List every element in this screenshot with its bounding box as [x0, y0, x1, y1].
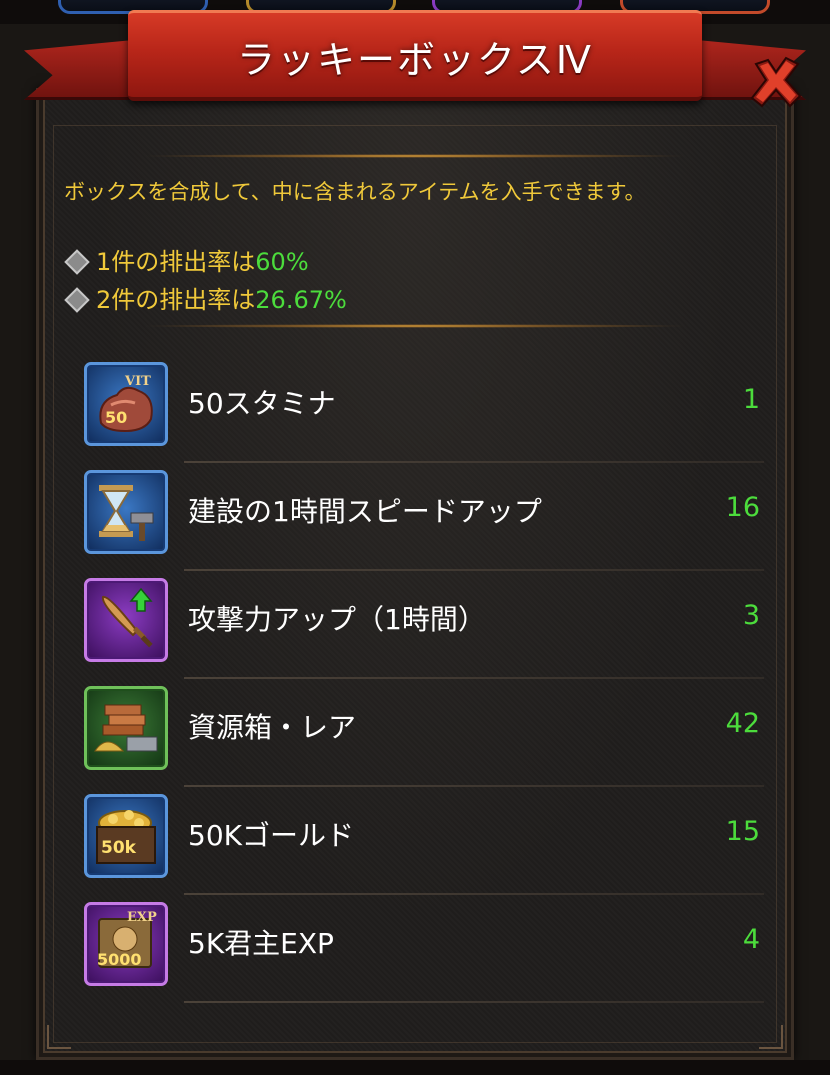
list-item: 攻撃力アップ（1時間） 3	[84, 570, 764, 679]
dialog-title: ラッキーボックスⅣ	[237, 38, 593, 82]
exp-book-icon: EXP 5000	[97, 910, 157, 969]
svg-text:50k: 50k	[101, 838, 137, 858]
description-text: ボックスを合成して、中に含まれるアイテムを入手できます。	[64, 180, 646, 204]
item-icon-frame: 50k	[84, 794, 168, 878]
rate-label: 2件の排出率は	[96, 286, 256, 314]
diamond-bullet-icon	[64, 287, 90, 313]
svg-text:EXP: EXP	[127, 910, 157, 925]
resource-box-icon	[94, 704, 158, 752]
svg-text:50: 50	[105, 408, 127, 427]
stamina-icon: VIT 50	[99, 374, 153, 433]
item-count: 4	[742, 924, 760, 955]
rate-value: 26.67%	[255, 286, 347, 314]
item-count: 42	[725, 708, 760, 739]
sword-icon	[101, 587, 153, 648]
separator	[140, 324, 690, 328]
item-name: 攻撃力アップ（1時間）	[188, 603, 486, 636]
item-count: 16	[725, 492, 760, 523]
item-name: 50スタミナ	[188, 387, 336, 420]
item-icon-frame	[84, 578, 168, 662]
item-icon-frame: VIT 50	[84, 362, 168, 446]
item-name: 資源箱・レア	[188, 711, 357, 744]
panel-corner-ornament	[759, 1025, 783, 1049]
list-item: 資源箱・レア 42	[84, 678, 764, 787]
svg-text:5000: 5000	[97, 950, 142, 969]
list-item: 50k 50Kゴールド 15	[84, 786, 764, 895]
rate-line-1: 1件の排出率は60%	[64, 242, 309, 277]
list-item: 建設の1時間スピードアップ 16	[84, 462, 764, 571]
separator	[140, 154, 690, 158]
rate-line-2: 2件の排出率は26.67%	[64, 280, 347, 315]
list-item: VIT 50 50スタミナ 1	[84, 354, 764, 463]
diamond-bullet-icon	[64, 249, 90, 275]
close-icon	[750, 56, 802, 108]
rate-label: 1件の排出率は	[96, 248, 256, 276]
hourglass-icon	[99, 485, 154, 541]
item-count: 15	[725, 816, 760, 847]
gold-chest-icon: 50k	[96, 810, 156, 864]
item-name: 50Kゴールド	[188, 819, 354, 852]
item-count: 3	[742, 600, 760, 631]
item-name: 5K君主EXP	[188, 927, 334, 960]
item-icon-frame	[84, 470, 168, 554]
panel-corner-ornament	[47, 1025, 71, 1049]
bottom-bar-background	[0, 1060, 830, 1075]
title-banner: ラッキーボックスⅣ	[128, 10, 702, 101]
item-icon-frame: EXP 5000	[84, 902, 168, 986]
svg-text:VIT: VIT	[124, 374, 151, 389]
rate-value: 60%	[255, 248, 309, 276]
item-icon-frame	[84, 686, 168, 770]
list-item: EXP 5000 5K君主EXP 4	[84, 894, 764, 1003]
item-name: 建設の1時間スピードアップ	[188, 495, 542, 528]
item-count: 1	[742, 384, 760, 415]
close-button[interactable]	[746, 52, 806, 112]
